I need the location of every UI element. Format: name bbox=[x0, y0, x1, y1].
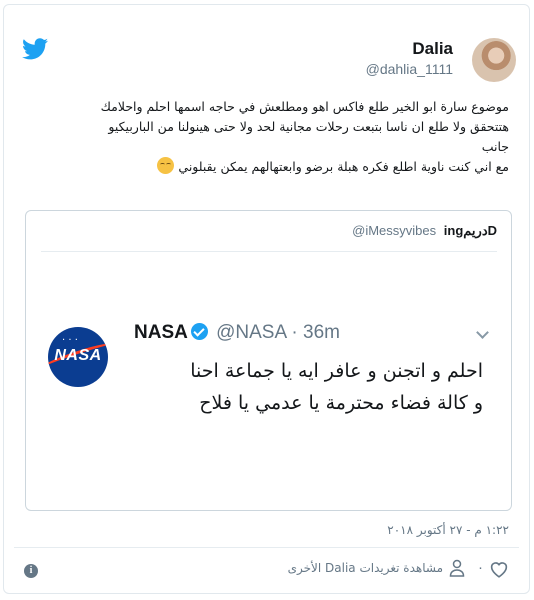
embedded-nasa-tweet: NASA NASA @NASA · 36m احلم و اتجنن و عاف… bbox=[41, 251, 497, 499]
author-display-name[interactable]: Dalia bbox=[412, 39, 453, 59]
nasa-logo-text: NASA bbox=[54, 347, 102, 364]
pensive-face-icon bbox=[157, 157, 175, 174]
tweet-card: Dalia @dahlia_1111 موضوع سارة ابو الخير … bbox=[3, 4, 530, 594]
nasa-line: احلم و اتجنن و عافر ايه يا جماعة احنا bbox=[190, 360, 483, 382]
nasa-header: NASA @NASA · 36m bbox=[134, 322, 340, 344]
tweet-line: جانب bbox=[481, 139, 509, 154]
nasa-handle[interactable]: @NASA bbox=[216, 322, 286, 343]
more-tweets-link[interactable]: مشاهدة تغريدات Dalia الأخرى bbox=[288, 561, 443, 575]
like-count: ٠ bbox=[477, 561, 484, 576]
twitter-bird-icon[interactable] bbox=[22, 38, 48, 60]
quoted-handle[interactable]: @iMessyvibes bbox=[352, 223, 436, 238]
person-icon bbox=[449, 559, 465, 577]
nasa-tweet-text: احلم و اتجنن و عافر ايه يا جماعة احنا و … bbox=[131, 355, 483, 419]
info-icon[interactable]: i bbox=[24, 564, 38, 578]
tweet-line-text: مع اني كنت ناوية اطلع فكره هبلة برضو واب… bbox=[178, 159, 509, 174]
tweet-line: موضوع سارة ابو الخير طلع فاكس اهو ومطلعش… bbox=[100, 99, 509, 114]
nasa-display-name[interactable]: NASA bbox=[134, 322, 188, 343]
quoted-tweet-header: @iMessyvibes ingدريمD bbox=[352, 223, 497, 239]
chevron-down-icon[interactable] bbox=[476, 326, 489, 339]
tweet-text: موضوع سارة ابو الخير طلع فاكس اهو ومطلعش… bbox=[16, 97, 509, 177]
tweet-line: هتتحقق ولا طلع ان ناسا بتبعت رحلات مجاني… bbox=[108, 119, 509, 134]
divider bbox=[14, 547, 519, 548]
nasa-separator: · bbox=[291, 322, 298, 343]
heart-icon[interactable] bbox=[489, 560, 509, 578]
verified-badge-icon bbox=[190, 323, 208, 340]
author-handle[interactable]: @dahlia_1111 bbox=[366, 61, 453, 77]
avatar[interactable] bbox=[472, 38, 516, 82]
nasa-time[interactable]: 36m bbox=[303, 322, 340, 343]
nasa-line: و كالة فضاء محترمة يا عدمي يا فلاح bbox=[199, 392, 483, 414]
quoted-tweet[interactable]: @iMessyvibes ingدريمD NASA NASA @NASA · … bbox=[25, 210, 512, 511]
quoted-display-name[interactable]: ingدريمD bbox=[444, 223, 497, 238]
tweet-timestamp[interactable]: ١:٢٢ م - ٢٧ أكتوبر ٢٠١٨ bbox=[387, 523, 509, 537]
tweet-line: مع اني كنت ناوية اطلع فكره هبلة برضو واب… bbox=[16, 157, 509, 177]
nasa-avatar[interactable]: NASA bbox=[48, 327, 108, 387]
